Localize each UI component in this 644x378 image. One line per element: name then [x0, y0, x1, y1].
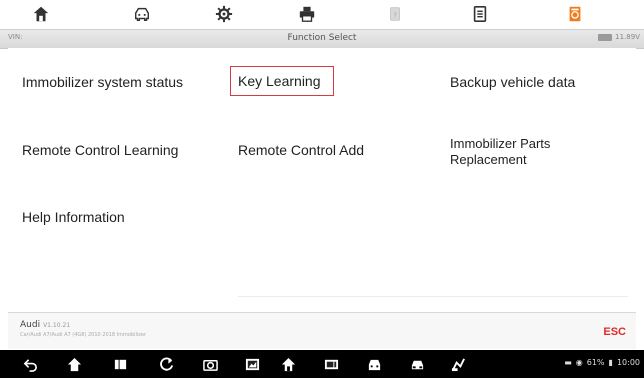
share-icon[interactable]	[450, 356, 466, 372]
recent-apps-icon[interactable]	[112, 356, 128, 372]
save-icon[interactable]	[470, 4, 490, 24]
immobilizer-parts-replacement-item[interactable]: Immobilizer Parts Replacement	[450, 136, 550, 168]
vehicle-icon[interactable]	[132, 4, 152, 24]
vci-icon[interactable]	[323, 356, 339, 372]
status-battery-icon: ▮	[608, 358, 613, 367]
home-icon[interactable]	[31, 4, 51, 24]
backup-vehicle-data-item[interactable]: Backup vehicle data	[450, 74, 575, 90]
top-toolbar: ?	[0, 0, 644, 28]
autel-home-icon[interactable]	[280, 356, 296, 372]
refresh-icon[interactable]	[158, 356, 174, 372]
remote-control-add-item[interactable]: Remote Control Add	[238, 142, 364, 158]
help-icon[interactable]: ?	[385, 4, 405, 24]
help-information-item[interactable]: Help Information	[22, 209, 125, 225]
title-bar: VIN: Function Select 11.89V	[0, 29, 644, 49]
settings-icon[interactable]	[214, 4, 234, 24]
svg-text:?: ?	[393, 11, 397, 20]
esc-button[interactable]: ESC	[603, 326, 626, 338]
wifi-icon: ◉	[575, 358, 583, 367]
page-title: Function Select	[287, 33, 357, 43]
system-status: ▬ ◉ 61% ▮ 10:00	[564, 358, 640, 367]
battery-percent: 61%	[586, 358, 605, 367]
brand-name: Audi	[20, 320, 41, 330]
data-log-icon[interactable]	[565, 4, 585, 24]
clock: 10:00	[616, 358, 640, 367]
android-home-icon[interactable]	[66, 356, 82, 372]
immobilizer-parts-line1: Immobilizer Parts	[450, 136, 551, 151]
row-divider	[238, 296, 628, 297]
vehicle-brand: Audi V1.10.21	[20, 320, 70, 330]
print-icon[interactable]	[297, 4, 317, 24]
immobilizer-status-item[interactable]: Immobilizer system status	[22, 74, 183, 90]
camera-icon[interactable]	[202, 356, 218, 372]
key-learning-item[interactable]: Key Learning	[230, 66, 334, 96]
voltage-value: 11.89V	[615, 33, 640, 41]
battery-icon	[598, 33, 613, 41]
footer-bar: Audi V1.10.21 Car/Audi A7/Audi A7 (4G8) 2…	[8, 312, 636, 349]
back-icon[interactable]	[22, 356, 38, 372]
car-ops-icon[interactable]	[366, 356, 382, 372]
voltage-indicator: 11.89V	[598, 33, 640, 41]
key-learning-label: Key Learning	[238, 73, 321, 89]
vehicle-path: Car/Audi A7/Audi A7 (4G8) 2010 2018 Immo…	[20, 332, 146, 338]
car-icon[interactable]	[409, 356, 425, 372]
function-list: Immobilizer system status Key Learning B…	[8, 48, 636, 310]
message-icon: ▬	[564, 358, 572, 367]
software-version: V1.10.21	[43, 322, 71, 329]
remote-control-learning-item[interactable]: Remote Control Learning	[22, 142, 178, 158]
immobilizer-parts-line2: Replacement	[450, 152, 527, 167]
screenshot-icon[interactable]	[244, 356, 260, 372]
system-nav-bar: ▬ ◉ 61% ▮ 10:00	[0, 350, 644, 378]
